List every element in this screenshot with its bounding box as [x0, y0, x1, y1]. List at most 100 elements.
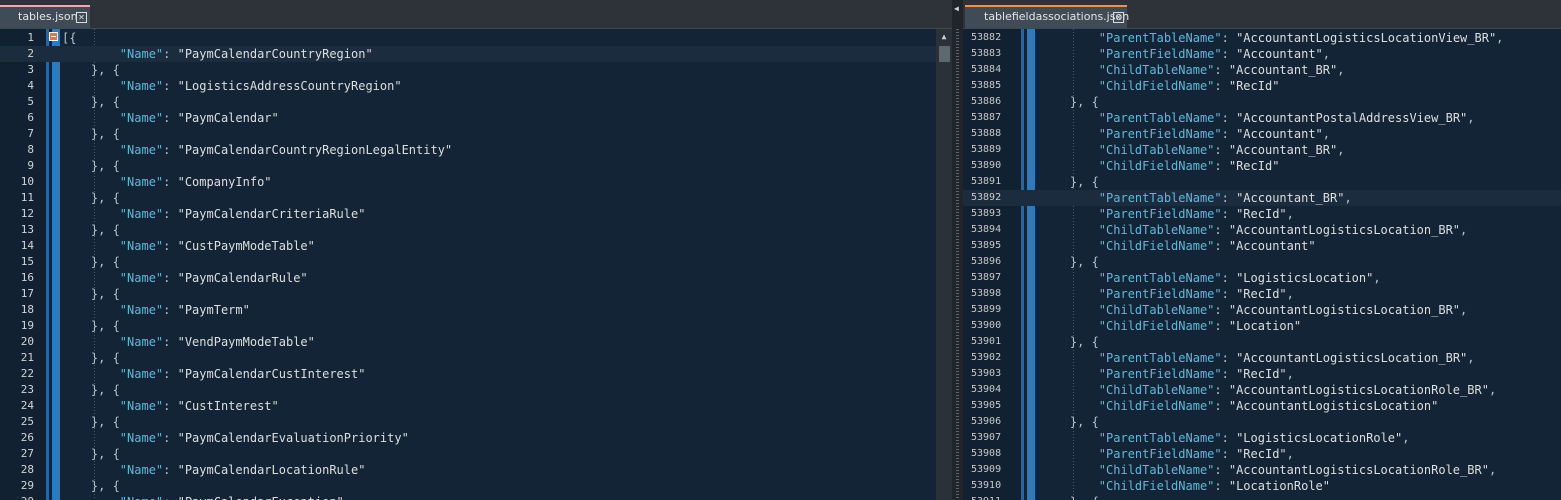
splitter-left-arrow-icon[interactable]: ◀ [954, 4, 959, 13]
code-line[interactable]: 53903 "ParentFieldName": "RecId", [963, 366, 1561, 382]
code-line[interactable]: 10 "Name": "CompanyInfo" [0, 174, 952, 190]
json-string: "CustPaymModeTable" [177, 239, 315, 253]
code-line[interactable]: 53902 "ParentTableName": "AccountantLogi… [963, 350, 1561, 366]
code-line[interactable]: 53886 }, { [963, 94, 1561, 110]
code-line[interactable]: 53907 "ParentTableName": "LogisticsLocat… [963, 430, 1561, 446]
code-line[interactable]: 2 "Name": "PaymCalendarCountryRegion" [0, 46, 952, 62]
line-code: "ParentTableName": "LogisticsLocation", [1041, 270, 1381, 286]
code-line[interactable]: 53895 "ChildFieldName": "Accountant" [963, 238, 1561, 254]
code-line[interactable]: 21 }, { [0, 350, 952, 366]
json-key: "ParentFieldName" [1041, 127, 1222, 141]
code-line[interactable]: 53892 "ParentTableName": "Accountant_BR"… [963, 190, 1561, 206]
code-line[interactable]: 3 }, { [0, 62, 952, 78]
code-line[interactable]: 53899 "ChildTableName": "AccountantLogis… [963, 302, 1561, 318]
line-code: "ChildFieldName": "Location" [1041, 318, 1301, 334]
json-punctuation: : [1214, 399, 1229, 413]
code-line[interactable]: 25 }, { [0, 414, 952, 430]
scrollbar-thumb[interactable] [939, 46, 950, 62]
json-key: "ChildFieldName" [1041, 239, 1215, 253]
code-line[interactable]: 53891 }, { [963, 174, 1561, 190]
code-area[interactable]: 53882 "ParentTableName": "AccountantLogi… [963, 29, 1561, 500]
code-line[interactable]: 53911 }, { [963, 494, 1561, 500]
line-code: "Name": "PaymCalendarCountryRegion" [62, 46, 373, 62]
code-line[interactable]: 11 }, { [0, 190, 952, 206]
split-view-divider[interactable]: ◀ [952, 0, 963, 500]
code-line[interactable]: 16 "Name": "PaymCalendarRule" [0, 270, 952, 286]
code-line[interactable]: 20 "Name": "VendPaymModeTable" [0, 334, 952, 350]
code-line[interactable]: 53901 }, { [963, 334, 1561, 350]
right-editor-pane[interactable]: tablefieldassociations.json ✕ 53882 "Par… [963, 0, 1561, 500]
json-string: "PaymCalendarCustInterest" [177, 367, 366, 381]
code-line[interactable]: 7 }, { [0, 126, 952, 142]
code-line[interactable]: 53888 "ParentFieldName": "Accountant", [963, 126, 1561, 142]
code-line[interactable]: 27 }, { [0, 446, 952, 462]
code-line[interactable]: 30 "Name": "PaymCalendarException" [0, 494, 952, 500]
code-line[interactable]: 17 }, { [0, 286, 952, 302]
code-line[interactable]: 53887 "ParentTableName": "AccountantPost… [963, 110, 1561, 126]
json-punctuation: : [163, 271, 178, 285]
code-line[interactable]: 53890 "ChildFieldName": "RecId" [963, 158, 1561, 174]
line-number: 30 [0, 494, 34, 500]
code-line[interactable]: 19 }, { [0, 318, 952, 334]
json-string: "AccountantLogisticsLocationView_BR" [1236, 31, 1497, 45]
code-line[interactable]: 4 "Name": "LogisticsAddressCountryRegion… [0, 78, 952, 94]
line-code: }, { [62, 414, 120, 430]
code-line[interactable]: 22 "Name": "PaymCalendarCustInterest" [0, 366, 952, 382]
json-punctuation: : [163, 79, 178, 93]
code-line[interactable]: 5 }, { [0, 94, 952, 110]
line-number: 16 [20, 271, 34, 284]
code-line[interactable]: 6 "Name": "PaymCalendar" [0, 110, 952, 126]
code-line[interactable]: 53898 "ParentFieldName": "RecId", [963, 286, 1561, 302]
json-key: "ChildFieldName" [1041, 399, 1215, 413]
code-line[interactable]: 18 "Name": "PaymTerm" [0, 302, 952, 318]
json-string: "AccountantLogisticsLocation" [1228, 399, 1439, 413]
code-line[interactable]: 53882 "ParentTableName": "AccountantLogi… [963, 30, 1561, 46]
code-line[interactable]: 26 "Name": "PaymCalendarEvaluationPriori… [0, 430, 952, 446]
code-line[interactable]: 53896 }, { [963, 254, 1561, 270]
line-number: 53904 [971, 384, 1002, 395]
code-line[interactable]: 23 }, { [0, 382, 952, 398]
json-punctuation: , [1286, 367, 1294, 381]
line-number: 53892 [971, 192, 1002, 203]
code-line[interactable]: 53904 "ChildTableName": "AccountantLogis… [963, 382, 1561, 398]
code-line[interactable]: 53885 "ChildFieldName": "RecId" [963, 78, 1561, 94]
line-code: }, { [1041, 94, 1099, 110]
code-line[interactable]: 53889 "ChildTableName": "Accountant_BR", [963, 142, 1561, 158]
code-line[interactable]: 53906 }, { [963, 414, 1561, 430]
code-line[interactable]: 53883 "ParentFieldName": "Accountant", [963, 46, 1561, 62]
code-line[interactable]: 53910 "ChildFieldName": "LocationRole" [963, 478, 1561, 494]
scroll-up-arrow-icon[interactable]: ▲ [936, 31, 952, 43]
code-line[interactable]: 53900 "ChildFieldName": "Location" [963, 318, 1561, 334]
tab-tablefieldassociations-json[interactable]: tablefieldassociations.json ✕ [965, 5, 1129, 28]
json-string: "PaymCalendarCountryRegionLegalEntity" [177, 143, 453, 157]
tab-tables-json[interactable]: tables.json ✕ [0, 5, 90, 28]
line-number: 10 [20, 175, 34, 188]
code-line[interactable]: 53897 "ParentTableName": "LogisticsLocat… [963, 270, 1561, 286]
code-line[interactable]: 53884 "ChildTableName": "Accountant_BR", [963, 62, 1561, 78]
left-editor-pane[interactable]: tables.json ✕ 1[{2 "Name": "PaymCalendar… [0, 0, 952, 500]
code-line[interactable]: 53908 "ParentFieldName": "RecId", [963, 446, 1561, 462]
code-line[interactable]: 24 "Name": "CustInterest" [0, 398, 952, 414]
code-area[interactable]: 1[{2 "Name": "PaymCalendarCountryRegion"… [0, 29, 952, 500]
code-line[interactable]: 13 }, { [0, 222, 952, 238]
code-line[interactable]: 53909 "ChildTableName": "AccountantLogis… [963, 462, 1561, 478]
code-line[interactable]: 28 "Name": "PaymCalendarLocationRule" [0, 462, 952, 478]
code-line[interactable]: 53905 "ChildFieldName": "AccountantLogis… [963, 398, 1561, 414]
code-line[interactable]: 1 [{ [0, 30, 952, 46]
code-line[interactable]: 53893 "ParentFieldName": "RecId", [963, 206, 1561, 222]
vertical-scrollbar[interactable]: ▲ [936, 29, 952, 500]
code-line[interactable]: 29 }, { [0, 478, 952, 494]
line-code: "Name": "PaymCalendarCriteriaRule" [62, 206, 366, 222]
code-line[interactable]: 9 }, { [0, 158, 952, 174]
close-icon[interactable]: ✕ [1113, 12, 1124, 23]
json-key: "ParentTableName" [1041, 431, 1222, 445]
code-line[interactable]: 12 "Name": "PaymCalendarCriteriaRule" [0, 206, 952, 222]
line-code: "ChildTableName": "AccountantLogisticsLo… [1041, 302, 1467, 318]
line-number: 53882 [971, 32, 1002, 43]
code-line[interactable]: 15 }, { [0, 254, 952, 270]
close-icon[interactable]: ✕ [76, 12, 87, 23]
splitter-grip[interactable] [956, 29, 959, 500]
code-line[interactable]: 53894 "ChildTableName": "AccountantLogis… [963, 222, 1561, 238]
code-line[interactable]: 8 "Name": "PaymCalendarCountryRegionLega… [0, 142, 952, 158]
code-line[interactable]: 14 "Name": "CustPaymModeTable" [0, 238, 952, 254]
